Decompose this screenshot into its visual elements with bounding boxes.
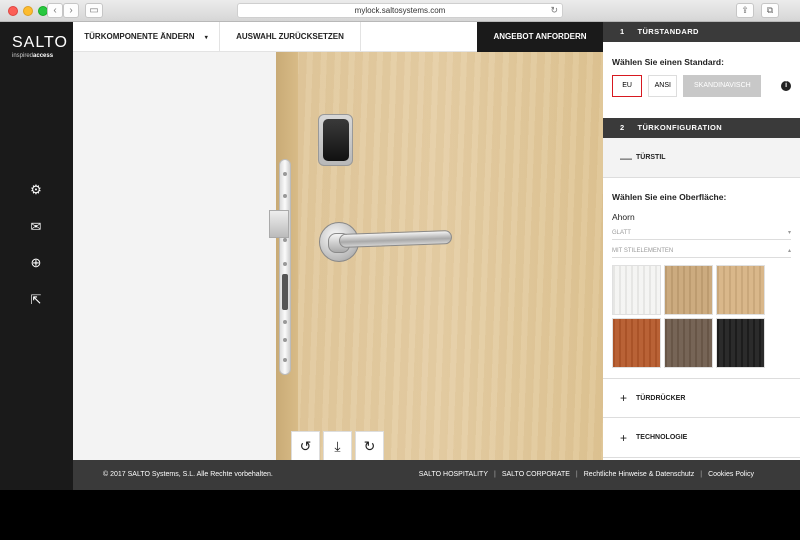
reset-selection-button[interactable]: AUSWAHL ZURÜCKSETZEN [220, 22, 361, 52]
footer-link-hospitality[interactable]: SALTO HOSPITALITY [413, 460, 494, 490]
plus-icon: + [620, 430, 628, 445]
footer-link-corporate[interactable]: SALTO CORPORATE [496, 460, 576, 490]
filter-mit-stilelementen[interactable]: MIT STILELEMENTEN ▴ [612, 246, 791, 258]
back-button[interactable]: ‹ [47, 3, 63, 18]
rotate-right-icon[interactable]: ↻ [355, 431, 384, 460]
swatch-cherry[interactable] [612, 318, 661, 368]
standard-ansi-button[interactable]: ANSI [648, 75, 678, 97]
footer-link-legal[interactable]: Rechtliche Hinweise & Datenschutz [578, 460, 701, 490]
change-component-label: TÜRKOMPONENTE ÄNDERN [84, 32, 195, 41]
url-text: mylock.saltosystems.com [354, 6, 446, 15]
mail-icon[interactable]: ✉ [28, 219, 44, 235]
external-link-icon[interactable]: ⇱ [28, 292, 44, 308]
chevron-down-icon: ▾ [204, 35, 208, 41]
section-door-standard-header[interactable]: 1 TÜRSTANDARD [603, 22, 800, 42]
minimize-window-button[interactable] [23, 6, 33, 16]
selected-surface: Ahorn [612, 212, 635, 222]
share-button[interactable]: ⇪ [736, 3, 754, 18]
accordion-tuerdruecker[interactable]: + TÜRDRÜCKER [603, 378, 800, 418]
section-door-standard-title: TÜRSTANDARD [637, 27, 699, 36]
page-footer: © 2017 SALTO Systems, S.L. Alle Rechte v… [73, 460, 800, 490]
choose-surface-label: Wählen Sie eine Oberfläche: [612, 192, 727, 202]
address-bar[interactable]: mylock.saltosystems.com ↻ [237, 3, 563, 18]
standard-skandinavisch-button[interactable]: SKANDINAVISCH [683, 75, 762, 97]
lock-cylinder [282, 274, 288, 310]
filter-glatt[interactable]: GLATT ▾ [612, 228, 791, 240]
choose-standard-label: Wählen Sie einen Standard: [612, 57, 724, 67]
sidebar-toggle-button[interactable]: ▭ [85, 3, 103, 18]
footer-links: SALTO HOSPITALITY | SALTO CORPORATE | Re… [413, 460, 760, 490]
close-window-button[interactable] [8, 6, 18, 16]
gear-icon[interactable]: ⚙ [28, 182, 44, 198]
copyright-text: © 2017 SALTO Systems, S.L. Alle Rechte v… [103, 471, 273, 478]
left-sidebar: SALTO inspiredaccess ⚙ ✉ ⊕ ⇱ [0, 22, 73, 490]
salto-logo[interactable]: SALTO inspiredaccess [12, 34, 68, 59]
chevron-down-icon: ▾ [787, 230, 791, 236]
accordion-technologie[interactable]: + TECHNOLOGIE [603, 418, 800, 458]
rotate-left-icon[interactable]: ↺ [291, 431, 320, 460]
download-icon[interactable]: ⤓ [323, 431, 352, 460]
chevron-up-icon: ▴ [787, 248, 791, 254]
section-door-config-header[interactable]: 2 TÜRKONFIGURATION [603, 118, 800, 138]
lock-faceplate [279, 159, 291, 375]
accordion-tuerstil[interactable]: — TÜRSTIL [603, 138, 800, 178]
change-component-dropdown[interactable]: TÜRKOMPONENTE ÄNDERN ▾ [73, 22, 220, 52]
section-door-config-title: TÜRKONFIGURATION [637, 123, 723, 132]
lock-latch [269, 210, 289, 238]
globe-icon[interactable]: ⊕ [28, 255, 44, 271]
standard-options: EU ANSI SKANDINAVISCH i [603, 75, 800, 97]
accordion-tuerstil-label: TÜRSTIL [636, 154, 666, 161]
configuration-panel: 1 TÜRSTANDARD Wählen Sie einen Standard:… [603, 22, 800, 460]
configurator-toolbar: TÜRKOMPONENTE ÄNDERN ▾ AUSWAHL ZURÜCKSET… [73, 22, 603, 52]
browser-toolbar: ‹ › ▭ mylock.saltosystems.com ↻ ⇪ ⧉ [0, 0, 800, 22]
accordion-tuerdruecker-label: TÜRDRÜCKER [636, 394, 686, 402]
footer-link-cookies[interactable]: Cookies Policy [702, 460, 760, 490]
request-quote-button[interactable]: ANGEBOT ANFORDERN [477, 22, 603, 52]
standard-eu-button[interactable]: EU [612, 75, 643, 97]
surface-swatches [603, 265, 800, 368]
tabs-button[interactable]: ⧉ [761, 3, 779, 18]
logo-wordmark: SALTO [12, 34, 68, 51]
swatch-light-oak[interactable] [716, 265, 765, 315]
plus-icon: + [620, 391, 628, 405]
collapse-icon: — [620, 150, 632, 165]
logo-tagline: inspiredaccess [12, 53, 54, 59]
swatch-black[interactable] [716, 318, 765, 368]
accordion-technologie-label: TECHNOLOGIE [636, 434, 688, 441]
view-controls: ↺ ⤓ ↻ [291, 431, 384, 460]
forward-button[interactable]: › [63, 3, 79, 18]
swatch-white[interactable] [612, 265, 661, 315]
reload-icon[interactable]: ↻ [550, 4, 558, 17]
swatch-oak[interactable] [664, 265, 713, 315]
swatch-walnut[interactable] [664, 318, 713, 368]
electronic-reader [318, 114, 353, 166]
door-3d-viewer[interactable]: ↺ ⤓ ↻ [73, 52, 603, 460]
info-icon[interactable]: i [781, 81, 791, 91]
